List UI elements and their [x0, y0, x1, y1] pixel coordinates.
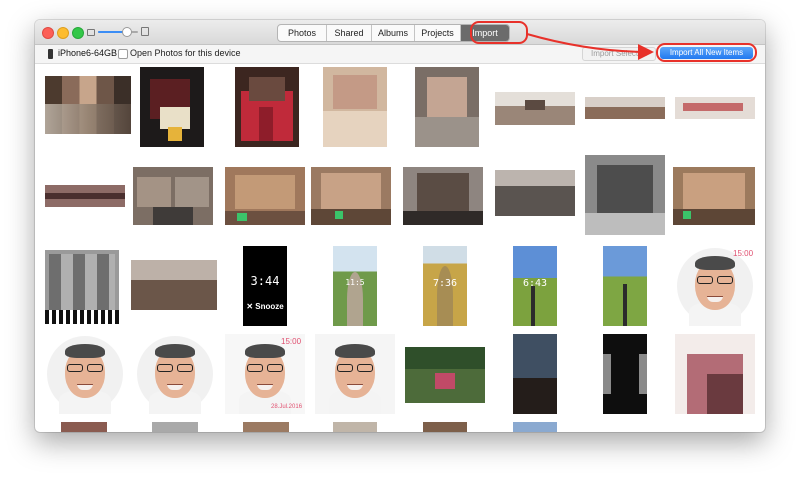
road-photo-time: 11:5	[345, 278, 365, 287]
close-button[interactable]	[42, 27, 54, 39]
photo-thumbnail[interactable]	[423, 422, 467, 432]
photo-stamp-date: 28.Jul.2016	[271, 404, 303, 410]
minimize-button[interactable]	[57, 27, 69, 39]
road-photo-time: 7:36	[432, 278, 458, 289]
lock-screen-time: 3:44	[250, 274, 280, 288]
photo-thumbnail[interactable]	[45, 250, 119, 324]
zoom-slider[interactable]	[98, 27, 138, 37]
photo-thumbnail[interactable]	[61, 422, 107, 432]
road-photo-thumbnail[interactable]: 11:5	[333, 246, 377, 326]
photo-thumbnail[interactable]	[585, 155, 665, 235]
photo-thumbnail[interactable]	[405, 347, 485, 403]
photo-thumbnail[interactable]	[243, 422, 289, 432]
photos-window: Photos Shared Albums Projects Import iPh…	[35, 20, 765, 432]
photo-thumbnail[interactable]	[323, 67, 387, 147]
snooze-label: ✕ Snooze	[246, 302, 284, 311]
photo-thumbnail[interactable]	[495, 170, 575, 216]
photo-thumbnail[interactable]	[140, 67, 204, 147]
tab-projects[interactable]: Projects	[415, 25, 461, 41]
zoom-in-icon	[141, 27, 149, 36]
title-bar: Photos Shared Albums Projects Import	[35, 20, 765, 45]
photo-thumbnail[interactable]	[131, 260, 217, 310]
road-photo-thumbnail[interactable]: 7:36	[423, 246, 467, 326]
import-toolbar: iPhone6-64GB Open Photos for this device…	[35, 45, 765, 64]
tab-shared[interactable]: Shared	[327, 25, 372, 41]
portrait-thumbnail[interactable]: 15:00 28.Jul.2016	[225, 334, 305, 414]
photo-thumbnail[interactable]	[673, 167, 755, 225]
photo-thumbnail[interactable]	[603, 246, 647, 326]
photo-thumbnail[interactable]	[603, 334, 647, 414]
portrait-thumbnail[interactable]	[135, 334, 215, 414]
photo-thumbnail[interactable]	[403, 167, 483, 225]
road-photo-time: 6:43	[522, 278, 548, 289]
road-photo-thumbnail[interactable]: 6:43	[513, 246, 557, 326]
import-all-new-items-button[interactable]: Import All New Items	[660, 47, 753, 59]
phone-lock-screen-thumbnail[interactable]: 3:44 ✕ Snooze	[243, 246, 287, 326]
open-photos-checkbox[interactable]	[118, 49, 128, 59]
photo-thumbnail[interactable]	[585, 97, 665, 119]
photo-thumbnail[interactable]	[415, 67, 479, 147]
portrait-thumbnail[interactable]	[45, 334, 125, 414]
photo-thumbnail[interactable]	[333, 422, 377, 432]
photo-thumbnail[interactable]	[311, 167, 391, 225]
tab-photos[interactable]: Photos	[278, 25, 327, 41]
photo-grid: 3:44 ✕ Snooze 11:5 7:36 6:43 15:00 15:00…	[35, 64, 765, 432]
photo-thumbnail[interactable]	[513, 422, 557, 432]
photo-thumbnail[interactable]	[45, 76, 131, 134]
iphone-icon	[48, 49, 53, 59]
portrait-thumbnail[interactable]: 15:00	[675, 246, 755, 326]
zoom-slider-knob[interactable]	[122, 27, 132, 37]
photo-thumbnail[interactable]	[513, 334, 557, 414]
device-name: iPhone6-64GB	[58, 48, 118, 58]
photo-thumbnail[interactable]	[675, 334, 755, 414]
photo-thumbnail[interactable]	[675, 97, 755, 119]
tab-albums[interactable]: Albums	[372, 25, 415, 41]
photo-thumbnail[interactable]	[152, 422, 198, 432]
fullscreen-button[interactable]	[72, 27, 84, 39]
photo-thumbnail[interactable]	[133, 167, 213, 225]
open-photos-label: Open Photos for this device	[130, 48, 241, 58]
zoom-out-icon	[87, 29, 95, 36]
photo-thumbnail[interactable]	[225, 167, 305, 225]
photo-thumbnail[interactable]	[235, 67, 299, 147]
import-selected-button[interactable]: Import Selected	[582, 47, 656, 61]
photo-thumbnail[interactable]	[495, 92, 575, 125]
view-tabs: Photos Shared Albums Projects Import	[277, 24, 510, 42]
photo-stamp-time: 15:00	[733, 249, 754, 258]
tab-import[interactable]: Import	[461, 25, 509, 41]
photo-thumbnail[interactable]	[45, 185, 125, 207]
portrait-thumbnail[interactable]	[315, 334, 395, 414]
